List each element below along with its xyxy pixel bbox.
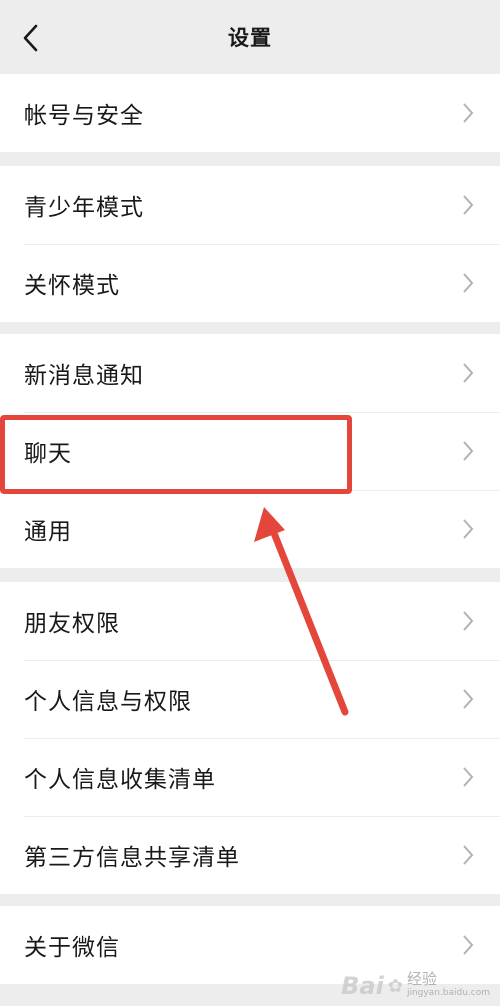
settings-item-label: 个人信息与权限 [24, 689, 192, 715]
watermark: Bai ✿ 经验 jingyan.baidu.com [341, 972, 490, 1001]
watermark-brand: Bai [341, 972, 384, 1000]
settings-item-label: 帐号与安全 [24, 103, 144, 129]
watermark-domain: jingyan.baidu.com [406, 988, 490, 998]
settings-group-account: 帐号与安全 [0, 74, 500, 152]
chevron-right-icon [463, 441, 474, 461]
settings-item-care-mode[interactable]: 关怀模式 [0, 244, 500, 322]
settings-item-general[interactable]: 通用 [0, 490, 500, 568]
watermark-text-block: 经验 jingyan.baidu.com [407, 972, 490, 1000]
settings-item-personal-info-permissions[interactable]: 个人信息与权限 [0, 660, 500, 738]
settings-item-friend-permissions[interactable]: 朋友权限 [0, 582, 500, 660]
settings-item-new-message-notification[interactable]: 新消息通知 [0, 334, 500, 412]
page-title: 设置 [228, 26, 272, 50]
chevron-right-icon [463, 611, 474, 631]
settings-item-label: 朋友权限 [24, 611, 120, 637]
navigation-bar: 设置 [0, 0, 500, 72]
chevron-right-icon [463, 273, 474, 293]
chevron-right-icon [463, 767, 474, 787]
watermark-text: 经验 [406, 970, 437, 988]
chevron-right-icon [463, 363, 474, 383]
highlight-box [0, 415, 352, 494]
settings-item-label: 新消息通知 [24, 363, 144, 389]
settings-item-third-party-sharing-list[interactable]: 第三方信息共享清单 [0, 816, 500, 894]
chevron-right-icon [463, 103, 474, 123]
settings-item-label: 第三方信息共享清单 [24, 845, 240, 871]
settings-item-label: 关怀模式 [24, 273, 120, 299]
settings-group-privacy: 朋友权限 个人信息与权限 个人信息收集清单 第三方信息共享清单 [0, 582, 500, 894]
settings-item-account-security[interactable]: 帐号与安全 [0, 74, 500, 152]
paw-icon: ✿ [387, 975, 403, 997]
chevron-right-icon [463, 935, 474, 955]
settings-item-label: 个人信息收集清单 [24, 767, 216, 793]
settings-item-label: 青少年模式 [24, 195, 144, 221]
chevron-right-icon [463, 519, 474, 539]
chevron-right-icon [463, 195, 474, 215]
settings-group-modes: 青少年模式 关怀模式 [0, 166, 500, 322]
chevron-right-icon [463, 689, 474, 709]
settings-item-teen-mode[interactable]: 青少年模式 [0, 166, 500, 244]
chevron-right-icon [463, 845, 474, 865]
settings-item-label: 通用 [24, 519, 72, 545]
settings-item-personal-info-collection-list[interactable]: 个人信息收集清单 [0, 738, 500, 816]
settings-item-label: 关于微信 [24, 935, 120, 961]
